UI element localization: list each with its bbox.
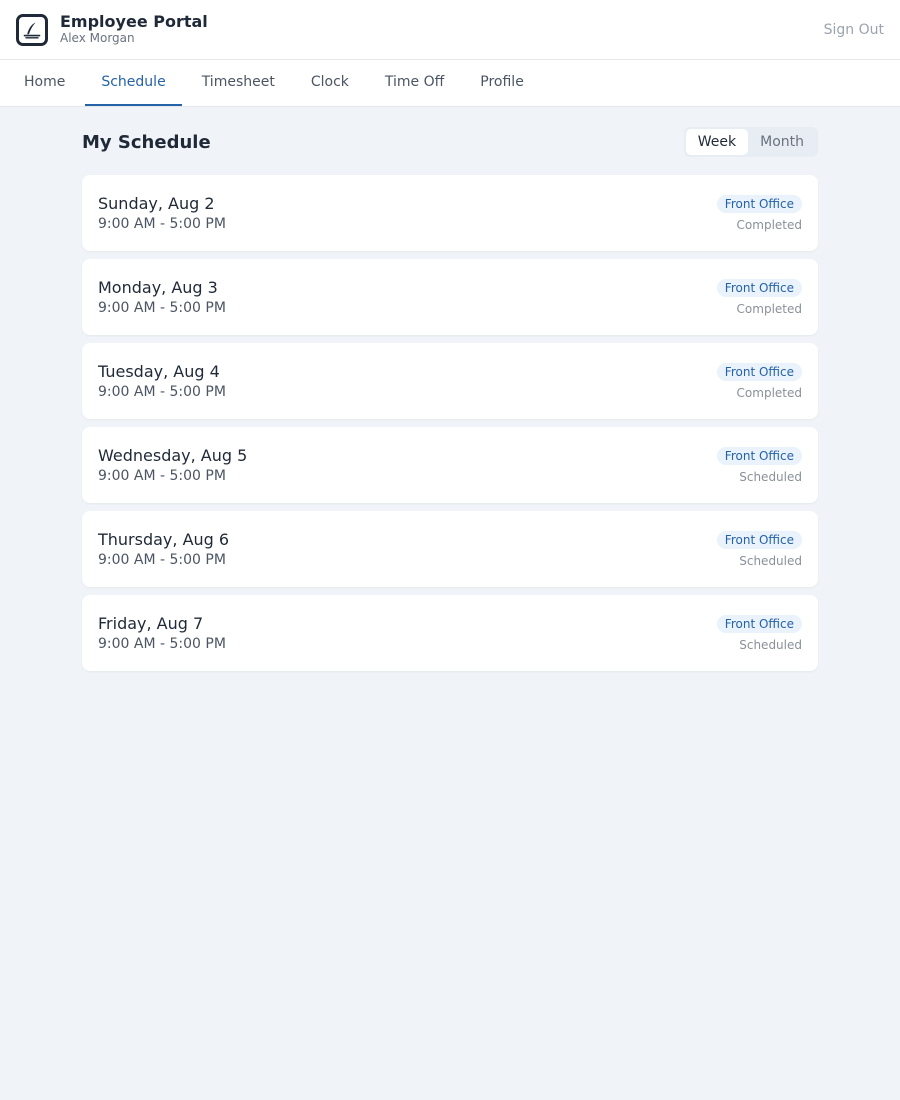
shift-card[interactable]: Friday, Aug 7 9:00 AM - 5:00 PM Front Of… — [82, 595, 818, 671]
shift-time: 9:00 AM - 5:00 PM — [98, 300, 226, 316]
sign-out-link[interactable]: Sign Out — [824, 22, 884, 38]
month-view-button[interactable]: Month — [748, 129, 816, 155]
tab-home[interactable]: Home — [8, 60, 81, 106]
shift-day: Sunday, Aug 2 — [98, 194, 215, 213]
shift-card[interactable]: Thursday, Aug 6 9:00 AM - 5:00 PM Front … — [82, 511, 818, 587]
shift-card[interactable]: Tuesday, Aug 4 9:00 AM - 5:00 PM Front O… — [82, 343, 818, 419]
location-badge: Front Office — [716, 614, 802, 633]
shift-status: Completed — [736, 385, 802, 400]
location-badge: Front Office — [716, 446, 802, 465]
shift-status: Scheduled — [739, 637, 802, 652]
location-badge: Front Office — [716, 194, 802, 213]
tab-schedule[interactable]: Schedule — [85, 60, 182, 106]
shift-day: Tuesday, Aug 4 — [98, 362, 220, 381]
shift-day: Monday, Aug 3 — [98, 278, 218, 297]
brand: Employee Portal Alex Morgan — [60, 13, 208, 45]
main-nav: Home Schedule Timesheet Clock Time Off P… — [0, 60, 900, 107]
shift-time: 9:00 AM - 5:00 PM — [98, 384, 226, 400]
shift-status: Completed — [736, 217, 802, 232]
shift-day: Friday, Aug 7 — [98, 614, 204, 633]
location-badge: Front Office — [716, 362, 802, 381]
page-title: My Schedule — [82, 131, 211, 153]
shift-card[interactable]: Sunday, Aug 2 9:00 AM - 5:00 PM Front Of… — [82, 175, 818, 251]
location-badge: Front Office — [716, 530, 802, 549]
user-name: Alex Morgan — [60, 30, 135, 45]
schedule-header: My Schedule Week Month — [82, 127, 818, 157]
shift-card[interactable]: Monday, Aug 3 9:00 AM - 5:00 PM Front Of… — [82, 259, 818, 335]
tab-timesheet[interactable]: Timesheet — [186, 60, 291, 106]
shift-status: Completed — [736, 301, 802, 316]
app-title: Employee Portal — [60, 12, 208, 32]
shift-status: Scheduled — [739, 469, 802, 484]
shift-card[interactable]: Wednesday, Aug 5 9:00 AM - 5:00 PM Front… — [82, 427, 818, 503]
week-view-button[interactable]: Week — [685, 129, 749, 155]
shift-time: 9:00 AM - 5:00 PM — [98, 468, 226, 484]
view-toggle: Week Month — [683, 127, 818, 157]
shift-time: 9:00 AM - 5:00 PM — [98, 636, 226, 652]
shift-status: Scheduled — [739, 553, 802, 568]
location-badge: Front Office — [716, 278, 802, 297]
shift-day: Thursday, Aug 6 — [98, 530, 230, 549]
tab-clock[interactable]: Clock — [295, 60, 365, 106]
app-header: Employee Portal Alex Morgan Sign Out — [0, 0, 900, 60]
shift-day: Wednesday, Aug 5 — [98, 446, 248, 465]
shift-time: 9:00 AM - 5:00 PM — [98, 552, 226, 568]
tab-profile[interactable]: Profile — [464, 60, 540, 106]
shift-time: 9:00 AM - 5:00 PM — [98, 216, 226, 232]
feather-logo-icon — [16, 13, 48, 46]
main-content: My Schedule Week Month Sunday, Aug 2 9:0… — [82, 107, 818, 671]
tab-time-off[interactable]: Time Off — [369, 60, 460, 106]
